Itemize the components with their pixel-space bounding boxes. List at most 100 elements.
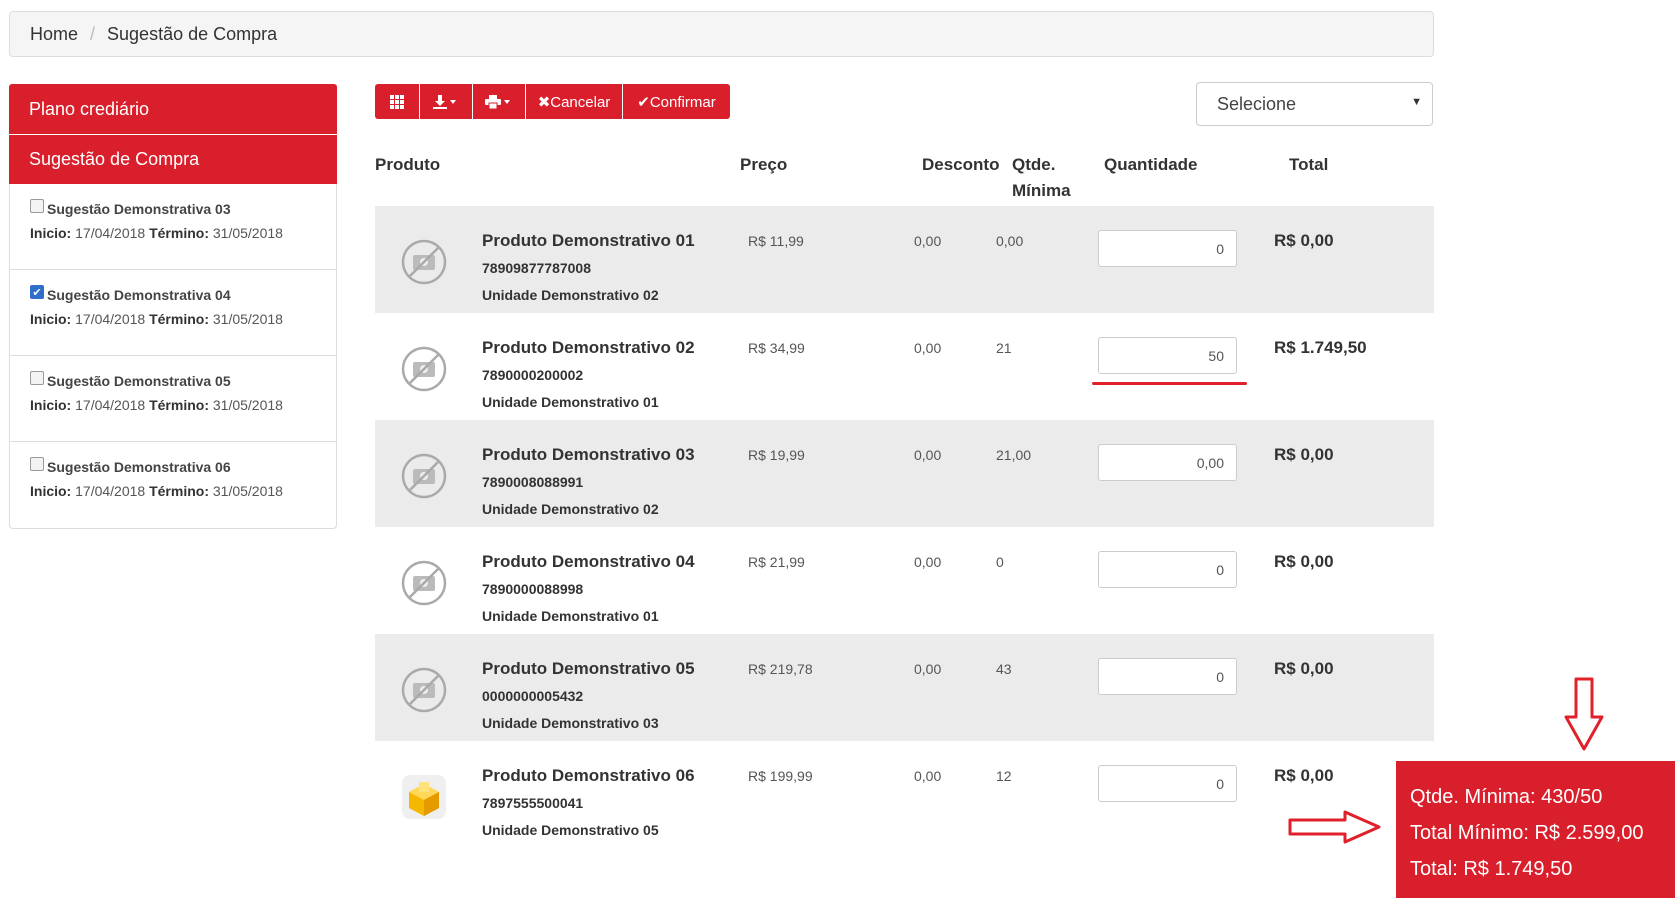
suggestion-checkbox[interactable]	[30, 371, 44, 385]
product-discount: 0,00	[914, 447, 942, 463]
suggestion-title: Sugestão Demonstrativa 04	[47, 287, 231, 303]
table-row: Produto Demonstrativo 02 7890000200002 Uni…	[375, 313, 1434, 420]
table-row: Produto Demonstrativo 04 7890000088998 Uni…	[375, 527, 1434, 634]
product-total: R$ 0,00	[1274, 552, 1334, 571]
no-photo-icon	[401, 667, 447, 713]
select-value: Selecione	[1217, 93, 1297, 114]
caret-down-icon	[450, 99, 456, 104]
suggestion-checkbox[interactable]	[30, 457, 44, 471]
header-qtde-minima: Qtde. Mínima	[1012, 152, 1071, 204]
summary-min-qty: Qtde. Mínima: 430/50	[1410, 786, 1603, 808]
start-label: Inicio:	[30, 397, 72, 413]
breadcrumb: Home / Sugestão de Compra	[9, 11, 1434, 57]
cancel-button[interactable]: ✖Cancelar	[526, 84, 623, 119]
end-date: 31/05/2018	[212, 225, 283, 241]
start-label: Inicio:	[30, 225, 72, 241]
summary-total: Total: R$ 1.749,50	[1410, 858, 1573, 880]
product-price: R$ 199,99	[748, 768, 813, 784]
quantity-input[interactable]	[1098, 230, 1237, 267]
suggestion-checkbox-checked[interactable]: ✔	[30, 285, 44, 299]
summary-min-total: Total Mínimo: R$ 2.599,00	[1410, 822, 1644, 844]
end-date: 31/05/2018	[212, 311, 283, 327]
product-unit: Unidade Demonstrativo 05	[482, 822, 659, 838]
suggestion-select[interactable]: Selecione ▼	[1196, 82, 1433, 126]
download-dropdown-button[interactable]	[420, 84, 473, 119]
product-code: 0000000005432	[482, 688, 584, 704]
sidebar-header-plano-crediario[interactable]: Plano crediário	[9, 84, 337, 134]
product-price: R$ 21,99	[748, 554, 805, 570]
suggestion-title: Sugestão Demonstrativa 05	[47, 373, 231, 389]
end-label: Término:	[149, 225, 209, 241]
no-photo-icon	[401, 560, 447, 606]
product-discount: 0,00	[914, 340, 942, 356]
print-dropdown-button[interactable]	[473, 84, 526, 119]
caret-down-icon	[504, 99, 510, 104]
sidebar-header-sugestao-compra[interactable]: Sugestão de Compra	[9, 134, 337, 184]
print-icon	[485, 94, 501, 109]
end-label: Término:	[149, 311, 209, 327]
header-total: Total	[1289, 155, 1329, 174]
product-name: Produto Demonstrativo 05	[482, 659, 695, 678]
product-price: R$ 34,99	[748, 340, 805, 356]
suggestion-list: Sugestão Demonstrativa 03 Inicio: 17/04/…	[9, 184, 337, 529]
product-code: 7890008088991	[482, 474, 584, 490]
download-icon	[433, 94, 447, 109]
product-discount: 0,00	[914, 661, 942, 677]
breadcrumb-current: Sugestão de Compra	[107, 23, 278, 44]
table-row: Produto Demonstrativo 01 78909877787008 Un…	[375, 206, 1434, 313]
header-qtde-minima-line1: Qtde.	[1012, 155, 1056, 174]
product-code: 7897555500041	[482, 795, 584, 811]
summary-box: Qtde. Mínima: 430/50 Total Mínimo: R$ 2.…	[1396, 761, 1675, 898]
product-discount: 0,00	[914, 554, 942, 570]
end-date: 31/05/2018	[212, 483, 283, 499]
suggestion-title: Sugestão Demonstrativa 06	[47, 459, 231, 475]
caret-down-icon: ▼	[1411, 96, 1422, 108]
product-total: R$ 0,00	[1274, 445, 1334, 464]
start-date: 17/04/2018	[75, 483, 146, 499]
start-label: Inicio:	[30, 311, 72, 327]
grid-view-button[interactable]	[375, 84, 420, 119]
arrow-down-icon	[1564, 677, 1604, 751]
product-min-qty: 21,00	[996, 447, 1032, 463]
product-discount: 0,00	[914, 233, 942, 249]
suggestion-item[interactable]: Sugestão Demonstrativa 06 Inicio: 17/04/…	[10, 442, 336, 528]
product-unit: Unidade Demonstrativo 02	[482, 287, 659, 303]
product-unit: Unidade Demonstrativo 03	[482, 715, 659, 731]
breadcrumb-home-link[interactable]: Home	[30, 24, 78, 45]
product-discount: 0,00	[914, 768, 942, 784]
product-total: R$ 0,00	[1274, 766, 1334, 785]
start-date: 17/04/2018	[75, 225, 146, 241]
product-box-icon	[401, 774, 447, 820]
suggestion-checkbox[interactable]	[30, 199, 44, 213]
product-total: R$ 0,00	[1274, 231, 1334, 250]
quantity-highlight-underline	[1092, 382, 1247, 385]
suggestion-item[interactable]: ✔ Sugestão Demonstrativa 04 Inicio: 17/04…	[10, 270, 336, 356]
product-price: R$ 19,99	[748, 447, 805, 463]
grid-icon	[390, 94, 404, 109]
suggestion-title: Sugestão Demonstrativa 03	[47, 201, 231, 217]
product-min-qty: 21	[996, 340, 1012, 356]
sidebar: Plano crediário Sugestão de Compra Suges…	[9, 84, 337, 529]
breadcrumb-separator: /	[90, 23, 96, 44]
quantity-input[interactable]	[1098, 658, 1237, 695]
header-desconto: Desconto	[922, 155, 1000, 174]
quantity-input[interactable]	[1098, 765, 1237, 802]
product-min-qty: 0	[996, 554, 1004, 570]
table-row: Produto Demonstrativo 06 7897555500041 Uni…	[375, 741, 1434, 848]
product-min-qty: 43	[996, 661, 1012, 677]
end-label: Término:	[149, 483, 209, 499]
product-code: 7890000200002	[482, 367, 584, 383]
suggestion-item[interactable]: Sugestão Demonstrativa 03 Inicio: 17/04/…	[10, 184, 336, 270]
product-name: Produto Demonstrativo 04	[482, 552, 695, 571]
quantity-input[interactable]	[1098, 551, 1237, 588]
confirm-button[interactable]: ✔Confirmar	[623, 84, 730, 119]
product-code: 7890000088998	[482, 581, 584, 597]
header-qtde-minima-line2: Mínima	[1012, 181, 1071, 200]
quantity-input[interactable]	[1098, 337, 1237, 374]
header-quantidade: Quantidade	[1104, 155, 1198, 174]
product-price: R$ 219,78	[748, 661, 813, 677]
product-unit: Unidade Demonstrativo 01	[482, 608, 659, 624]
no-photo-icon	[401, 346, 447, 392]
quantity-input[interactable]	[1098, 444, 1237, 481]
suggestion-item[interactable]: Sugestão Demonstrativa 05 Inicio: 17/04/…	[10, 356, 336, 442]
